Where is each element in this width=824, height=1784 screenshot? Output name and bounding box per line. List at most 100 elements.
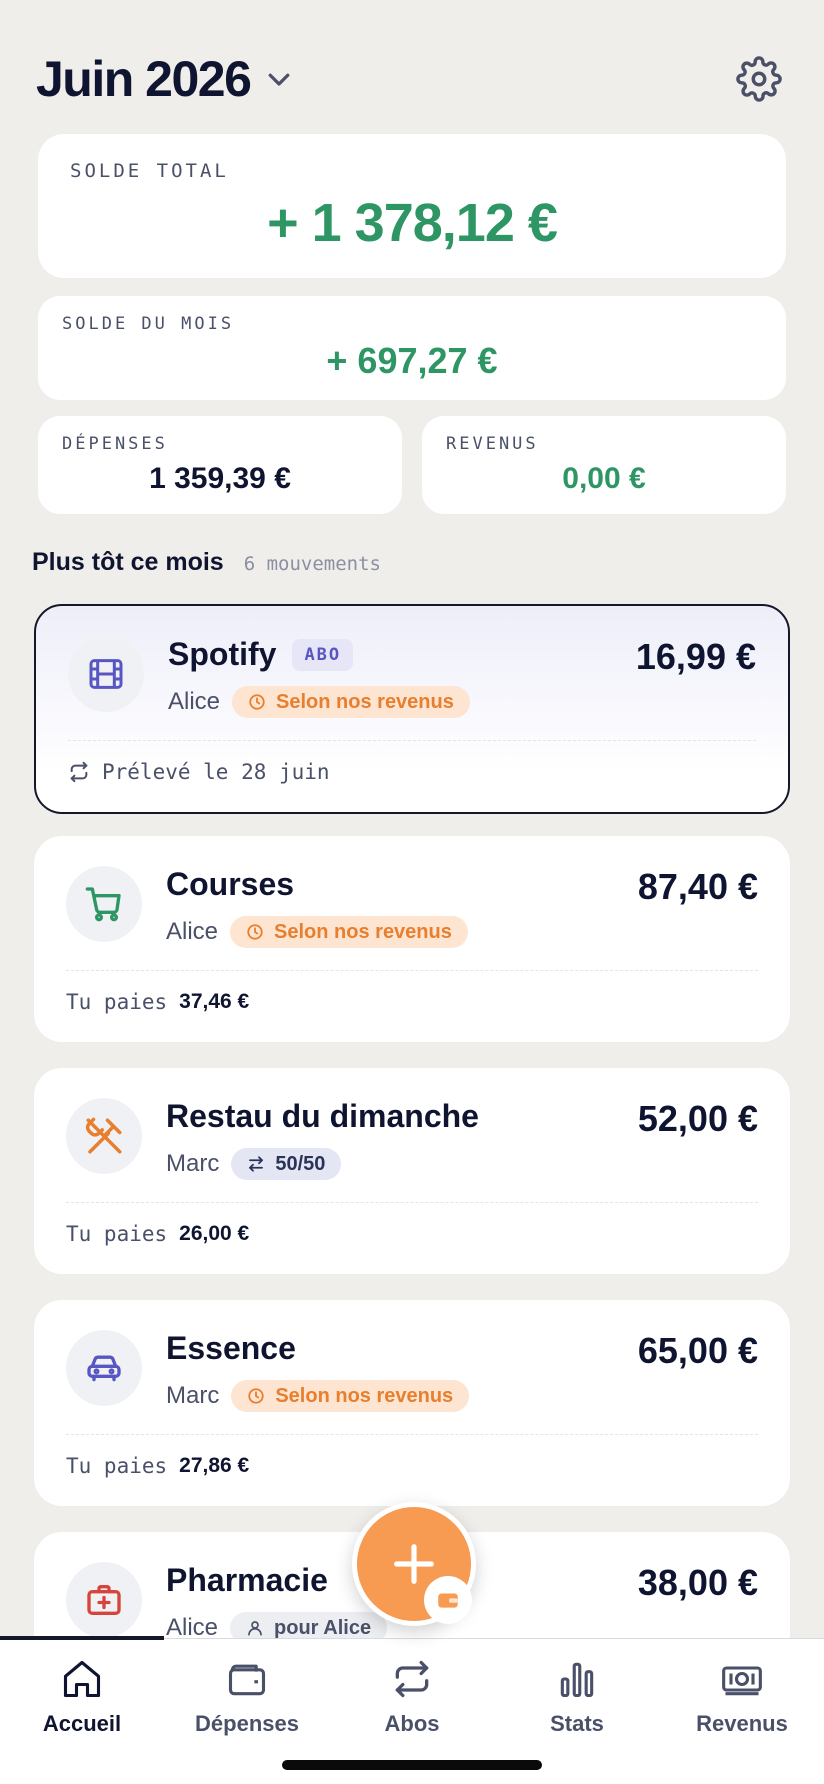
wallet-icon — [228, 1664, 266, 1696]
home-indicator — [282, 1760, 542, 1770]
swap-icon — [249, 1156, 264, 1172]
expense-footer: Tu paies 27,86 € — [66, 1454, 249, 1478]
split-label: Selon nos revenus — [276, 690, 454, 713]
movement-count: 6 mouvements — [243, 553, 381, 575]
banknote-icon — [722, 1666, 762, 1696]
bar-chart-icon — [560, 1662, 594, 1698]
tab-label: Dépenses — [195, 1711, 299, 1736]
payer-name: Alice — [168, 688, 221, 715]
tab-stats[interactable]: Stats — [495, 1657, 659, 1737]
month-selector[interactable]: Juin 2026 — [36, 50, 294, 108]
expense-name-row: Essence — [166, 1330, 296, 1367]
split-label: pour Alice — [274, 1616, 372, 1639]
tab-label: Revenus — [696, 1711, 788, 1736]
card-divider — [68, 740, 756, 741]
you-pay-label: Tu paies — [66, 1454, 168, 1478]
home-icon — [63, 1660, 101, 1698]
cart-icon — [66, 866, 142, 942]
tab-accueil[interactable]: Accueil — [0, 1657, 164, 1737]
tab-abos[interactable]: Abos — [330, 1657, 494, 1737]
wallet-icon — [438, 1593, 458, 1608]
expense-card-courses[interactable]: Courses 87,40 € Alice Selon nos revenus … — [34, 836, 790, 1042]
header: Juin 2026 — [36, 44, 788, 114]
expense-meta: Alice Selon nos revenus — [166, 916, 468, 948]
wallet-badge — [424, 1576, 472, 1624]
expense-name: Essence — [166, 1330, 296, 1366]
payer-name: Alice — [166, 918, 219, 945]
card-divider — [66, 1434, 758, 1435]
total-balance-label: SOLDE TOTAL — [70, 160, 229, 182]
split-badge: Selon nos revenus — [232, 686, 470, 718]
expense-name-row: Restau du dimanche — [166, 1098, 479, 1135]
gear-icon[interactable] — [736, 56, 782, 102]
repeat-icon — [70, 761, 88, 783]
active-tab-indicator — [0, 1636, 164, 1640]
expense-name: Spotify — [168, 636, 277, 672]
medkit-icon — [66, 1562, 142, 1638]
expense-card-restau[interactable]: Restau du dimanche 52,00 € Marc 50/50 Tu… — [34, 1068, 790, 1274]
month-title: Juin 2026 — [36, 51, 252, 107]
section-header: Plus tôt ce mois 6 mouvements — [32, 548, 381, 577]
expenses-label: DÉPENSES — [62, 434, 168, 454]
expense-amount: 16,99 € — [635, 636, 756, 677]
you-pay-value: 27,86 € — [179, 1454, 250, 1477]
chevron-down-icon — [264, 64, 294, 94]
income-value: 0,00 € — [562, 462, 646, 495]
payer-name: Marc — [166, 1150, 220, 1177]
payer-name: Marc — [166, 1382, 220, 1409]
split-badge: Selon nos revenus — [230, 916, 468, 948]
you-pay-value: 37,46 € — [179, 990, 250, 1013]
total-balance-value: + 1 378,12 € — [267, 193, 558, 253]
month-balance-value: + 697,27 € — [326, 340, 498, 381]
clock-icon — [249, 694, 265, 710]
expense-amount: 38,00 € — [637, 1562, 758, 1603]
clock-icon — [248, 1388, 264, 1404]
expense-name-row: Pharmacie — [166, 1562, 328, 1599]
expense-amount: 65,00 € — [637, 1330, 758, 1371]
clock-icon — [247, 924, 263, 940]
month-balance-card: SOLDE DU MOIS + 697,27 € — [38, 296, 786, 400]
split-label: Selon nos revenus — [274, 920, 452, 943]
you-pay-label: Tu paies — [66, 990, 168, 1014]
tab-revenus[interactable]: Revenus — [660, 1657, 824, 1737]
user-icon — [248, 1621, 262, 1636]
expense-meta: Alice Selon nos revenus — [168, 686, 470, 718]
tab-label: Abos — [384, 1711, 440, 1736]
expense-name-row: Spotify ABO — [168, 636, 354, 673]
tab-label: Stats — [550, 1711, 604, 1736]
split-badge: Selon nos revenus — [231, 1380, 470, 1412]
card-divider — [66, 970, 758, 971]
card-divider — [66, 1202, 758, 1203]
repeat-icon — [395, 1660, 429, 1698]
expense-name-row: Courses — [166, 866, 294, 903]
total-balance-card: SOLDE TOTAL + 1 378,12 € — [38, 134, 786, 278]
expense-meta: Marc 50/50 — [166, 1148, 342, 1180]
subscription-badge: ABO — [292, 638, 354, 671]
expense-meta: Marc Selon nos revenus — [166, 1380, 470, 1412]
expense-amount: 87,40 € — [637, 866, 758, 907]
tab-depenses[interactable]: Dépenses — [165, 1657, 329, 1737]
section-title: Plus tôt ce mois — [32, 548, 224, 576]
expense-name: Pharmacie — [166, 1562, 328, 1598]
split-badge: 50/50 — [231, 1148, 342, 1180]
film-icon — [68, 636, 144, 712]
split-label: 50/50 — [275, 1152, 326, 1175]
expenses-value: 1 359,39 € — [149, 462, 291, 495]
income-label: REVENUS — [446, 434, 539, 454]
expense-name: Restau du dimanche — [166, 1098, 479, 1134]
split-label: Selon nos revenus — [275, 1384, 454, 1407]
month-balance-label: SOLDE DU MOIS — [62, 314, 235, 334]
expense-footer: Tu paies 37,46 € — [66, 990, 249, 1014]
you-pay-value: 26,00 € — [179, 1222, 250, 1245]
expense-card-spotify[interactable]: Spotify ABO 16,99 € Alice Selon nos reve… — [34, 604, 790, 814]
expense-name: Courses — [166, 866, 295, 902]
expense-card-essence[interactable]: Essence 65,00 € Marc Selon nos revenus T… — [34, 1300, 790, 1506]
tab-label: Accueil — [42, 1711, 122, 1736]
expense-footer: Tu paies 26,00 € — [66, 1222, 249, 1246]
car-icon — [66, 1330, 142, 1406]
you-pay-label: Tu paies — [66, 1222, 168, 1246]
expense-footer: Prélevé le 28 juin — [68, 760, 330, 784]
expenses-card: DÉPENSES 1 359,39 € — [38, 416, 402, 514]
debit-date: Prélevé le 28 juin — [102, 760, 330, 784]
expense-amount: 52,00 € — [637, 1098, 758, 1139]
